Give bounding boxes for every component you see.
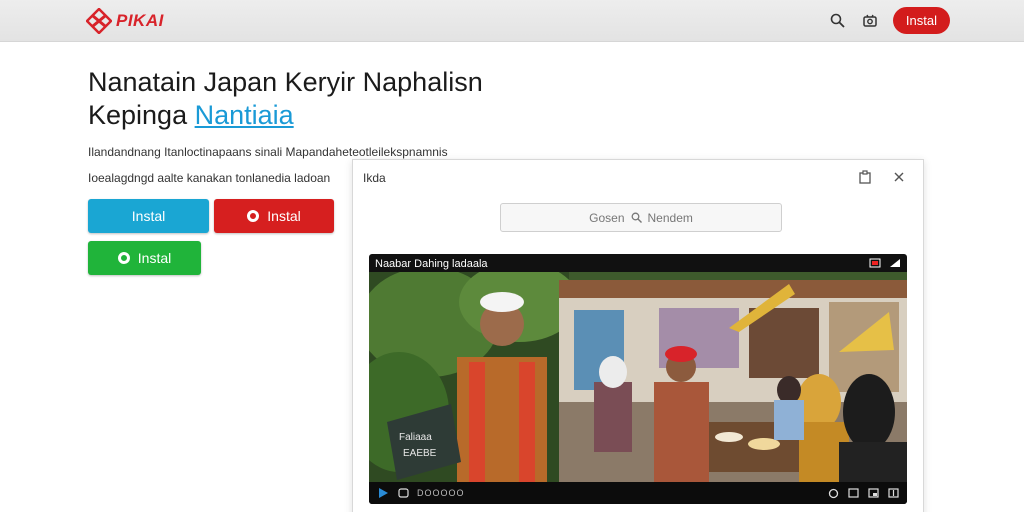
install-button-blue[interactable]: Instal — [88, 199, 209, 233]
page-title: Nanatain Japan Keryir Naphalisn Kepinga … — [88, 66, 483, 132]
page-title-line-2: Kepinga Nantiaia — [88, 99, 483, 132]
signal-icon[interactable] — [889, 258, 901, 268]
search-text: Nendem — [647, 210, 693, 225]
page-title-link[interactable]: Nantiaia — [195, 100, 294, 130]
logo-icon — [86, 8, 112, 34]
video-frame: Faliaaa EAEBE — [369, 272, 907, 482]
page-title-line-2-prefix: Kepinga — [88, 100, 188, 130]
video-title: Naabar Dahing ladaala — [375, 258, 488, 270]
install-button-red[interactable]: Instal — [214, 199, 334, 233]
top-actions: Instal — [829, 7, 950, 34]
settings-icon[interactable] — [827, 487, 839, 499]
header-install-button[interactable]: Instal — [892, 7, 950, 34]
volume-icon[interactable] — [397, 487, 409, 499]
modal-title: Ikda — [363, 171, 386, 185]
top-navigation-bar: PIKAI Instal — [0, 0, 1024, 42]
video-top-icons — [869, 258, 901, 268]
modal-search-input[interactable]: Gosen Nendem — [500, 203, 782, 232]
close-icon[interactable] — [892, 170, 906, 184]
install-button-blue-label: Instal — [131, 208, 166, 224]
install-button-green[interactable]: Instal — [88, 241, 201, 275]
video-modal: Ikda Gosen Nendem Naabar Dahing ladaala — [352, 159, 924, 512]
video-sign-text-1: Faliaaa — [399, 432, 432, 443]
record-icon — [117, 252, 130, 264]
play-icon[interactable] — [377, 487, 389, 499]
video-player[interactable]: Naabar Dahing ladaala Faliaaa EAEBE DOOO… — [369, 254, 907, 504]
video-sign-text-2: EAEBE — [403, 448, 437, 459]
modal-header: Ikda — [353, 160, 923, 196]
install-button-red-label: Instal — [267, 208, 301, 224]
description-line-1: Ilandandnang Itanloctinapaans sinali Map… — [88, 145, 448, 159]
fullscreen-icon[interactable] — [887, 487, 899, 499]
captions-icon[interactable] — [847, 487, 859, 499]
record-indicator-icon[interactable] — [869, 258, 881, 268]
search-icon — [631, 212, 642, 223]
page-title-line-1: Nanatain Japan Keryir Naphalisn — [88, 67, 483, 97]
clipboard-icon[interactable] — [858, 170, 872, 184]
record-icon — [247, 210, 260, 222]
miniplayer-icon[interactable] — [867, 487, 879, 499]
video-controls: DOOOOO — [369, 482, 907, 504]
page: PIKAI Instal Nanatain Japan Keryir Napha… — [0, 0, 1024, 512]
search-icon[interactable] — [829, 12, 847, 30]
install-button-green-label: Instal — [137, 250, 172, 266]
video-time: DOOOOO — [417, 488, 465, 498]
logo-text: PIKAI — [116, 11, 164, 30]
description-line-2: Ioealagdngd aalte kanakan tonlanedia lad… — [88, 171, 331, 185]
search-placeholder: Gosen — [589, 210, 625, 225]
settings-icon[interactable] — [861, 12, 879, 30]
logo[interactable]: PIKAI — [86, 8, 164, 34]
